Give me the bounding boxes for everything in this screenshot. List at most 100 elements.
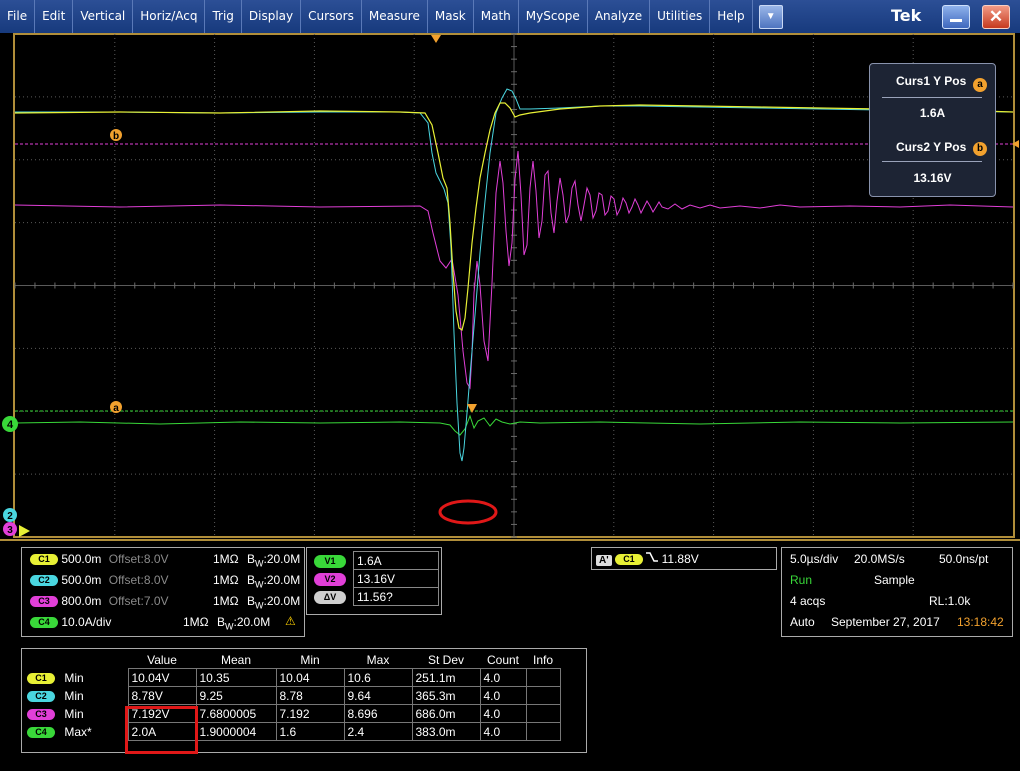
measurement-table: Value Mean Min Max St Dev Count Info C1 …	[24, 651, 561, 741]
channel-row-c4[interactable]: C4 10.0A/div	[30, 615, 111, 629]
channel-scale: 500.0m	[61, 552, 102, 566]
channel-bandwidth: 1MΩ BW:20.0M	[213, 594, 300, 610]
measurement-value: 10.04V	[127, 668, 197, 687]
curs2-value: 13.16V	[913, 171, 952, 185]
menu-myscope[interactable]: MyScope	[519, 0, 588, 33]
channel-row-c3[interactable]: C3 800.0m Offset:7.0V	[30, 594, 169, 608]
ch2-ground-marker[interactable]: 2	[3, 508, 17, 522]
menu-cursors[interactable]: Cursors	[301, 0, 362, 33]
channel-badge: C2	[30, 575, 58, 587]
curs1-badge: a	[973, 78, 987, 92]
measurement-stdev: 383.0m	[411, 722, 481, 741]
channel-badge: C4	[30, 617, 58, 629]
channel-scale: 800.0m	[61, 594, 102, 608]
channel-bandwidth: 1MΩ BW:20.0M	[183, 615, 270, 631]
cursor-values-panel[interactable]: V1 1.6A V2 13.16V ΔV 11.56?	[306, 547, 442, 615]
measurement-row[interactable]: C4 Max* 2.0A 1.9000004 1.6 2.4 383.0m 4.…	[24, 722, 561, 741]
channel-coupling: 1MΩ	[213, 552, 239, 566]
channel-row-c1[interactable]: C1 500.0m Offset:8.0V	[30, 552, 169, 566]
ch4-ground-marker[interactable]: 4	[2, 416, 18, 432]
waveform-display[interactable]: b a 4 2 3	[0, 33, 1020, 539]
minimize-button[interactable]	[942, 5, 970, 29]
svg-text:b: b	[113, 131, 119, 142]
measurement-mean: 1.9000004	[195, 722, 277, 741]
acquisition-count: 4 acqs	[790, 594, 826, 608]
col-header-mean: Mean	[220, 652, 252, 667]
cursor-value-badge: V2	[314, 573, 346, 586]
menu-measure[interactable]: Measure	[362, 0, 428, 33]
channel-badge: C1	[30, 554, 58, 566]
curs1-value: 1.6A	[919, 106, 946, 120]
measurement-info	[525, 722, 561, 741]
menu-analyze[interactable]: Analyze	[588, 0, 651, 33]
bw-value: :20.0M	[233, 615, 271, 629]
menu-help[interactable]: Help	[710, 0, 753, 33]
col-header-max: Max	[366, 652, 390, 667]
channel-coupling: 1MΩ	[213, 594, 239, 608]
sample-rate: 20.0MS/s	[854, 552, 905, 566]
channel-bandwidth: 1MΩ BW:20.0M	[213, 573, 300, 589]
measurement-max: 2.4	[343, 722, 413, 741]
acquisition-panel[interactable]: 5.0µs/div 20.0MS/s 50.0ns/pt Run Sample …	[781, 547, 1013, 637]
cursor-value: 11.56?	[353, 587, 439, 606]
channel-row-c2[interactable]: C2 500.0m Offset:8.0V	[30, 573, 169, 587]
col-header-count: Count	[486, 652, 520, 667]
bw-sub: W	[255, 579, 264, 590]
channel-scale: 10.0A/div	[61, 615, 112, 629]
measurement-max: 10.6	[343, 668, 413, 687]
cursor-value: 13.16V	[353, 569, 439, 588]
menu-edit[interactable]: Edit	[35, 0, 74, 33]
channel-coupling: 1MΩ	[213, 573, 239, 587]
time-per-div: 5.0µs/div	[790, 552, 839, 566]
trigger-readout: A' C1 11.88V	[596, 551, 699, 566]
trigger-level: 11.88V	[661, 552, 699, 566]
cursor-value-row: ΔV 11.56?	[311, 587, 439, 606]
trigger-channel-badge: C1	[614, 554, 643, 566]
measurement-info	[525, 686, 561, 705]
measurement-min: 1.6	[275, 722, 345, 741]
cursor-value-badge: ΔV	[314, 591, 346, 604]
menu-math[interactable]: Math	[474, 0, 519, 33]
measurement-mean: 9.25	[195, 686, 277, 705]
curs2-badge: b	[973, 142, 987, 156]
menu-trig[interactable]: Trig	[205, 0, 242, 33]
measurement-max: 8.696	[343, 704, 413, 723]
bw-prefix: B	[246, 594, 255, 608]
bw-value: :20.0M	[263, 594, 301, 608]
measurement-type: Min	[64, 670, 84, 685]
menu-utilities[interactable]: Utilities	[650, 0, 711, 33]
trigger-panel[interactable]: A' C1 11.88V	[591, 547, 777, 570]
acquisition-mode: Sample	[874, 573, 915, 587]
channel-settings-panel[interactable]: C1 500.0m Offset:8.0V 1MΩ BW:20.0M C2 50…	[21, 547, 305, 637]
measurement-count: 4.0	[479, 668, 527, 687]
measurement-min: 7.192	[275, 704, 345, 723]
measurement-value: 8.78V	[127, 686, 197, 705]
bw-sub: W	[225, 621, 234, 632]
measurement-row[interactable]: C2 Min 8.78V 9.25 8.78 9.64 365.3m 4.0	[24, 686, 561, 705]
channel-bandwidth: 1MΩ BW:20.0M	[213, 552, 300, 568]
measurement-type: Max*	[64, 724, 92, 739]
ch3-ground-marker[interactable]: 3	[3, 522, 17, 536]
menu-horiz-acq[interactable]: Horiz/Acq	[133, 0, 206, 33]
bw-prefix: B	[216, 615, 225, 629]
warning-icon: ⚠	[285, 614, 296, 628]
menu-file[interactable]: File	[0, 0, 36, 33]
bw-value: :20.0M	[263, 573, 301, 587]
measurement-channel-badge: C2	[27, 690, 55, 702]
channel-offset: Offset:8.0V	[108, 573, 169, 587]
menu-mask[interactable]: Mask	[428, 0, 474, 33]
measurement-row[interactable]: C3 Min 7.192V 7.6800005 7.192 8.696 686.…	[24, 704, 561, 723]
cursor-readout-panel[interactable]: Curs1 Y Pos a 1.6A Curs2 Y Pos b 13.16V	[869, 63, 996, 197]
measurement-row[interactable]: C1 Min 10.04V 10.35 10.04 10.6 251.1m 4.…	[24, 668, 561, 687]
measurement-channel-badge: C1	[27, 672, 55, 684]
menu-vertical[interactable]: Vertical	[73, 0, 134, 33]
measurement-type: Min	[64, 706, 84, 721]
close-button[interactable]: ✕	[982, 5, 1010, 29]
channel-coupling: 1MΩ	[183, 615, 209, 629]
bw-prefix: B	[246, 552, 255, 566]
measurement-panel[interactable]: Value Mean Min Max St Dev Count Info C1 …	[21, 648, 587, 753]
measurement-count: 4.0	[479, 704, 527, 723]
divider	[882, 161, 982, 162]
chevron-down-icon[interactable]: ▼	[758, 4, 783, 29]
menu-display[interactable]: Display	[242, 0, 302, 33]
